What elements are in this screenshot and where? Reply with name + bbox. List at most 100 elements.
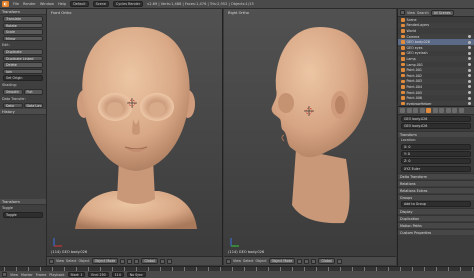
- select-menu[interactable]: Select: [243, 259, 253, 263]
- translate-button[interactable]: Translate: [3, 16, 43, 22]
- layers-tab-icon[interactable]: [406, 108, 412, 113]
- pivot-icon[interactable]: [127, 258, 133, 264]
- visibility-eye-icon[interactable]: [468, 57, 471, 61]
- scale-button[interactable]: Scale: [3, 29, 43, 35]
- mode-selector[interactable]: Object Mode: [91, 258, 119, 264]
- transform-section-header[interactable]: Transform: [398, 130, 474, 137]
- texture-tab-icon[interactable]: [458, 108, 464, 113]
- view-menu[interactable]: View: [56, 259, 64, 263]
- relations-section-header[interactable]: Relations: [398, 179, 474, 186]
- object-name-field[interactable]: GEO body.026: [401, 123, 471, 130]
- manipulator-icon[interactable]: [311, 258, 317, 264]
- visibility-eye-icon[interactable]: [468, 35, 471, 39]
- front-viewport[interactable]: Front Ortho (114) GEO body.026 View Sele…: [47, 9, 223, 265]
- flat-button[interactable]: Flat: [23, 89, 43, 95]
- timeline-marker-menu[interactable]: Marker: [21, 273, 33, 277]
- orientation-selector[interactable]: Global: [141, 258, 158, 264]
- visibility-eye-icon[interactable]: [468, 40, 471, 44]
- material-tab-icon[interactable]: [452, 108, 457, 113]
- render-tab-icon[interactable]: [400, 108, 405, 113]
- blender-logo-icon[interactable]: ◐: [2, 1, 9, 7]
- mode-selector[interactable]: Object Mode: [268, 258, 296, 264]
- visibility-eye-icon[interactable]: [468, 63, 471, 67]
- screen-layout-selector[interactable]: Default: [70, 1, 89, 7]
- world-tab-icon[interactable]: [419, 108, 425, 113]
- join-button[interactable]: Join: [3, 68, 43, 74]
- visibility-eye-icon[interactable]: [468, 102, 471, 105]
- timeline-view-menu[interactable]: View: [10, 273, 18, 277]
- start-frame-field[interactable]: Start: 1: [67, 272, 86, 277]
- smooth-button[interactable]: Smooth: [3, 89, 23, 95]
- visibility-eye-icon[interactable]: [468, 96, 471, 100]
- data-layout-button[interactable]: Data Layout: [23, 102, 43, 108]
- timeline-frame-menu[interactable]: Frame: [36, 273, 47, 277]
- outliner-view-menu[interactable]: View: [407, 11, 415, 15]
- end-frame-field[interactable]: End: 250: [88, 272, 109, 277]
- outliner-search-menu[interactable]: Search: [417, 11, 429, 15]
- duplication-section-header[interactable]: Duplication: [398, 215, 474, 222]
- data-tab-icon[interactable]: [445, 108, 451, 113]
- visibility-eye-icon[interactable]: [468, 91, 471, 95]
- relations-extras-section-header[interactable]: Relations Extras: [398, 186, 474, 193]
- location-z-field[interactable]: Z: 0: [401, 158, 471, 165]
- groups-section-header[interactable]: Groups: [398, 193, 474, 200]
- head-model-front[interactable]: [47, 9, 223, 256]
- right-viewport[interactable]: Right Ortho (114) GEO body.026 View Sele…: [224, 9, 396, 265]
- location-y-field[interactable]: Y: 0: [401, 151, 471, 158]
- visibility-eye-icon[interactable]: [468, 79, 471, 83]
- editor-type-icon[interactable]: [2, 272, 7, 277]
- display-mode-selector[interactable]: All Scenes: [430, 9, 454, 16]
- pivot-icon[interactable]: [304, 258, 310, 264]
- display-section-header[interactable]: Display: [398, 208, 474, 215]
- head-model-side[interactable]: [224, 9, 396, 256]
- menu-file[interactable]: File: [13, 2, 19, 6]
- scene-selector[interactable]: Scene: [92, 1, 109, 7]
- shading-icon[interactable]: [120, 258, 126, 264]
- mirror-button[interactable]: Mirror: [3, 35, 43, 41]
- sync-mode-selector[interactable]: No Sync: [126, 272, 146, 277]
- duplicate-linked-button[interactable]: Duplicate Linked: [3, 55, 43, 61]
- layers-icon[interactable]: [159, 258, 165, 264]
- menu-help[interactable]: Help: [58, 2, 66, 6]
- delete-button[interactable]: Delete: [3, 62, 43, 68]
- visibility-eye-icon[interactable]: [468, 85, 471, 89]
- set-origin-dropdown[interactable]: Set Origin: [3, 75, 43, 81]
- constraints-tab-icon[interactable]: [432, 108, 438, 113]
- render-engine-selector[interactable]: Cycles Render: [112, 1, 144, 7]
- outliner-row[interactable]: eyebrowHelper: [398, 100, 474, 105]
- menu-render[interactable]: Render: [23, 2, 36, 6]
- add-to-group-button[interactable]: Add to Group: [401, 200, 471, 207]
- rotate-button[interactable]: Rotate: [3, 22, 43, 28]
- object-menu[interactable]: Object: [256, 259, 267, 263]
- motion-paths-section-header[interactable]: Motion Paths: [398, 222, 474, 229]
- custom-properties-section-header[interactable]: Custom Properties: [398, 229, 474, 236]
- menu-window[interactable]: Window: [40, 2, 54, 6]
- duplicate-button[interactable]: Duplicate: [3, 49, 43, 55]
- transform-panel-header[interactable]: Transform: [0, 9, 46, 15]
- timeline-playback-menu[interactable]: Playback: [49, 273, 64, 277]
- editor-type-icon[interactable]: [226, 258, 231, 264]
- data-button[interactable]: Data: [3, 102, 23, 108]
- manipulator-icon[interactable]: [134, 258, 140, 264]
- current-frame-field[interactable]: 114: [111, 272, 124, 277]
- shading-icon[interactable]: [297, 258, 303, 264]
- modifiers-tab-icon[interactable]: [439, 108, 444, 113]
- visibility-eye-icon[interactable]: [468, 74, 471, 78]
- orientation-selector[interactable]: Global: [318, 258, 335, 264]
- delta-transform-section-header[interactable]: Delta Transform: [398, 172, 474, 179]
- editor-type-icon[interactable]: [49, 258, 54, 264]
- snap-icon[interactable]: [166, 258, 172, 264]
- rotation-mode-selector[interactable]: XYZ Euler: [401, 165, 471, 172]
- scene-tab-icon[interactable]: [413, 108, 418, 113]
- layers-icon[interactable]: [336, 258, 342, 264]
- view-menu[interactable]: View: [233, 259, 241, 263]
- object-menu[interactable]: Object: [79, 259, 90, 263]
- visibility-eye-icon[interactable]: [468, 68, 471, 72]
- object-tab-icon[interactable]: [426, 108, 431, 113]
- toggle-dropdown[interactable]: Toggle: [3, 212, 43, 218]
- editor-type-icon[interactable]: [400, 10, 405, 15]
- location-x-field[interactable]: X: 0: [401, 143, 471, 150]
- visibility-eye-icon[interactable]: [468, 51, 471, 55]
- select-menu[interactable]: Select: [66, 259, 76, 263]
- visibility-eye-icon[interactable]: [468, 46, 471, 50]
